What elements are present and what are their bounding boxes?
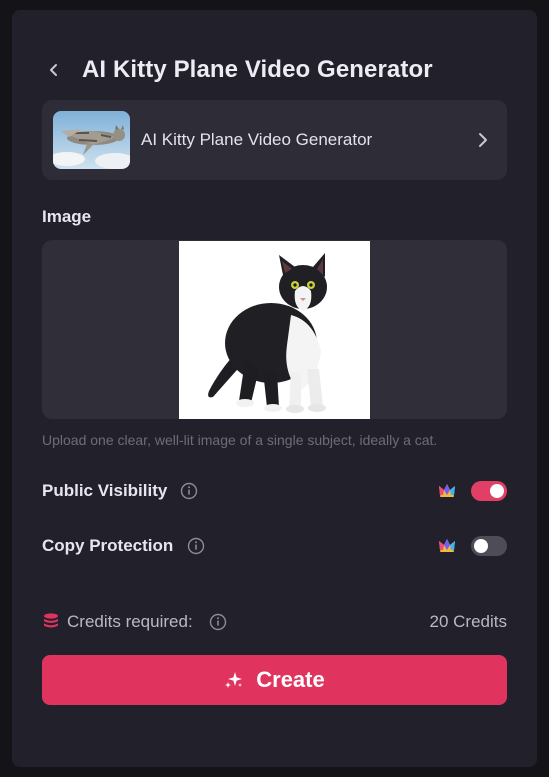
info-icon[interactable] bbox=[209, 613, 227, 631]
kitty-plane-thumbnail bbox=[53, 111, 130, 169]
credits-required-label: Credits required: bbox=[67, 612, 193, 631]
image-upload-hint: Upload one clear, well-lit image of a si… bbox=[42, 432, 438, 448]
credits-row: Credits required: 20 Credits bbox=[42, 610, 507, 634]
copy-protection-row: Copy Protection bbox=[42, 531, 507, 561]
page-title: AI Kitty Plane Video Generator bbox=[82, 56, 433, 83]
create-button[interactable]: Create bbox=[42, 655, 507, 705]
generator-panel: AI Kitty Plane Video Generator AI Kitty … bbox=[12, 10, 537, 767]
create-button-label: Create bbox=[256, 667, 325, 692]
image-section-label: Image bbox=[42, 207, 92, 226]
back-button[interactable] bbox=[42, 58, 66, 82]
public-visibility-row: Public Visibility bbox=[42, 476, 507, 506]
coins-stack-icon bbox=[44, 613, 58, 628]
public-visibility-label: Public Visibility bbox=[42, 481, 168, 500]
chevron-right-icon bbox=[479, 133, 487, 147]
chevron-left-icon bbox=[50, 64, 57, 76]
credits-value: 20 Credits bbox=[429, 612, 507, 631]
toggle-knob bbox=[490, 484, 504, 498]
tool-name: AI Kitty Plane Video Generator bbox=[141, 130, 373, 149]
copy-protection-toggle[interactable] bbox=[471, 536, 507, 556]
header: AI Kitty Plane Video Generator bbox=[42, 46, 433, 94]
crown-icon bbox=[439, 539, 455, 552]
crown-icon bbox=[439, 484, 455, 497]
copy-protection-label: Copy Protection bbox=[42, 536, 174, 555]
image-upload-area[interactable] bbox=[42, 240, 507, 419]
tool-selector-card[interactable]: AI Kitty Plane Video Generator bbox=[42, 100, 507, 180]
uploaded-cat-image bbox=[179, 241, 370, 419]
toggle-knob bbox=[474, 539, 488, 553]
info-icon[interactable] bbox=[187, 537, 205, 555]
info-icon[interactable] bbox=[180, 482, 198, 500]
public-visibility-toggle[interactable] bbox=[471, 481, 507, 501]
sparkle-icon bbox=[225, 672, 243, 688]
